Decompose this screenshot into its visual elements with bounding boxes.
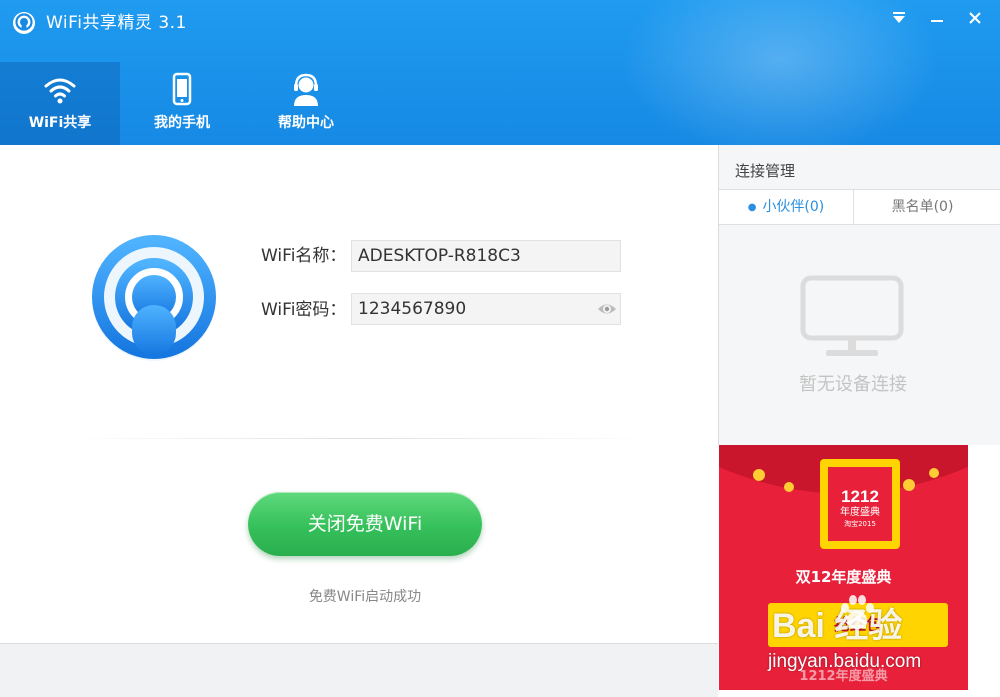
tab-blacklist[interactable]: 黑名单(0) xyxy=(855,190,990,224)
wifi-hotspot-logo-icon xyxy=(92,235,216,361)
tab-blacklist-label: 黑名单(0) xyxy=(891,199,954,215)
app-title: WiFi共享精灵 3.1 xyxy=(46,13,187,33)
nav-item-help-center[interactable]: 帮助中心 xyxy=(246,62,366,145)
active-dot-icon: ● xyxy=(747,202,757,213)
connection-management-panel: 连接管理 ● 小伙伴(0) 黑名单(0) 暂无设备连接 xyxy=(718,145,1000,445)
baidu-watermark-url: jingyan.baidu.com xyxy=(768,651,922,672)
app-header: WiFi共享精灵 3.1 WiFi共享 我的手机 帮助中心 xyxy=(0,0,1000,145)
support-agent-icon xyxy=(294,73,318,106)
monitor-icon xyxy=(800,275,904,356)
footer-bar xyxy=(0,643,718,697)
close-icon xyxy=(969,12,981,24)
nav-label-wifi-share: WiFi共享 xyxy=(28,115,92,131)
nav-item-my-phone[interactable]: 我的手机 xyxy=(122,62,242,145)
minimize-button[interactable] xyxy=(922,6,952,30)
wifi-name-input[interactable]: ADESKTOP-R818C3 xyxy=(351,240,621,272)
promo-title: 双12年度盛典 xyxy=(795,568,892,586)
nav-item-wifi-share[interactable]: WiFi共享 xyxy=(0,62,120,145)
promo-badge-number: 1212 xyxy=(841,487,879,506)
connection-tabs: ● 小伙伴(0) 黑名单(0) xyxy=(719,189,1000,225)
tab-partners[interactable]: ● 小伙伴(0) xyxy=(719,190,854,224)
app-logo-icon xyxy=(13,12,35,34)
phone-icon xyxy=(172,72,192,106)
title-bar[interactable]: WiFi共享精灵 3.1 xyxy=(0,0,1000,48)
main-nav: WiFi共享 我的手机 帮助中心 xyxy=(0,62,420,145)
wifi-share-panel: WiFi名称： ADESKTOP-R818C3 WiFi密码： 12345678… xyxy=(0,145,718,645)
close-button[interactable] xyxy=(960,6,990,30)
connection-panel-title: 连接管理 xyxy=(735,162,796,180)
wifi-password-input[interactable]: 1234567890 xyxy=(351,293,621,325)
promo-badge-small: 淘宝2015 xyxy=(844,520,876,528)
minimize-icon xyxy=(931,20,943,22)
divider xyxy=(70,438,650,439)
baidu-paw-icon xyxy=(841,595,874,629)
menu-dropdown-button[interactable] xyxy=(884,6,914,30)
status-text: 免费WiFi启动成功 xyxy=(308,589,422,605)
tab-partners-label: 小伙伴(0) xyxy=(762,199,825,215)
promo-badge-inner: 1212 年度盛典 淘宝2015 xyxy=(828,467,892,541)
close-free-wifi-button[interactable]: 关闭免费WiFi xyxy=(248,492,482,556)
promo-badge-subtitle: 年度盛典 xyxy=(840,507,880,518)
nav-label-help-center: 帮助中心 xyxy=(278,115,334,131)
nav-label-my-phone: 我的手机 xyxy=(154,115,210,131)
no-device-text: 暂无设备连接 xyxy=(799,374,907,395)
wifi-icon xyxy=(44,78,76,104)
wifi-password-label: WiFi密码： xyxy=(261,300,347,320)
wifi-name-label: WiFi名称： xyxy=(261,246,347,266)
dropdown-arrow-icon xyxy=(893,12,905,23)
ad-side-strip xyxy=(968,445,1000,697)
show-password-eye-icon[interactable] xyxy=(597,301,617,317)
promo-badge: 1212 年度盛典 淘宝2015 xyxy=(820,459,900,549)
